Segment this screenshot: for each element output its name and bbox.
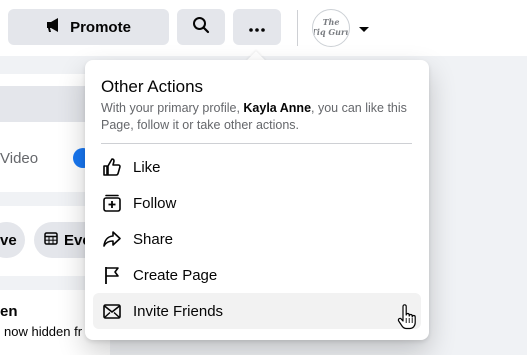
ellipsis-icon — [249, 19, 265, 36]
tab-pill-label: ve — [0, 231, 17, 249]
menu-description-prefix: With your primary profile, — [101, 101, 244, 115]
promote-button[interactable]: Promote — [8, 9, 169, 45]
section-title: en — [0, 303, 18, 320]
menu-description: With your primary profile, Kayla Anne, y… — [101, 100, 413, 134]
menu-item-label: Follow — [133, 194, 177, 212]
video-link[interactable]: Video — [0, 150, 38, 167]
thumbs-up-icon — [101, 156, 123, 178]
profile-avatar-logo: The Tiq Guru — [314, 17, 348, 37]
profile-name: Kayla Anne — [243, 101, 312, 115]
invite-icon — [101, 300, 123, 322]
promote-label: Promote — [70, 18, 131, 36]
svg-text:Tiq Guru: Tiq Guru — [314, 27, 348, 37]
menu-item-label: Invite Friends — [133, 302, 224, 320]
calendar-icon — [44, 231, 58, 249]
search-button[interactable] — [177, 9, 225, 45]
search-icon — [192, 16, 210, 38]
other-actions-menu: Other Actions With your primary profile,… — [85, 60, 429, 340]
toolbar-divider — [297, 10, 298, 46]
top-bar: Promote The Tiq Guru — [0, 0, 527, 56]
menu-title: Other Actions — [101, 77, 204, 96]
section-subtitle: now hidden fr — [4, 324, 83, 339]
menu-item-invite-friends[interactable]: Invite Friends — [93, 293, 421, 329]
background-cover-strip — [0, 86, 98, 122]
svg-text:The: The — [323, 17, 340, 27]
hand-cursor-icon — [397, 304, 417, 335]
menu-item-label: Like — [133, 158, 161, 176]
menu-item-create-page[interactable]: Create Page — [93, 257, 421, 293]
menu-item-label: Share — [133, 230, 174, 248]
menu-item-share[interactable]: Share — [93, 221, 421, 257]
flag-icon — [101, 264, 123, 286]
follow-icon — [101, 192, 123, 214]
megaphone-icon — [46, 17, 62, 37]
share-icon — [101, 228, 123, 250]
more-options-button[interactable] — [233, 9, 281, 45]
menu-item-like[interactable]: Like — [93, 149, 421, 185]
menu-item-follow[interactable]: Follow — [93, 185, 421, 221]
account-caret-icon[interactable] — [358, 21, 370, 39]
menu-item-label: Create Page — [133, 266, 218, 284]
menu-divider — [101, 143, 412, 144]
profile-avatar[interactable]: The Tiq Guru — [312, 9, 350, 47]
